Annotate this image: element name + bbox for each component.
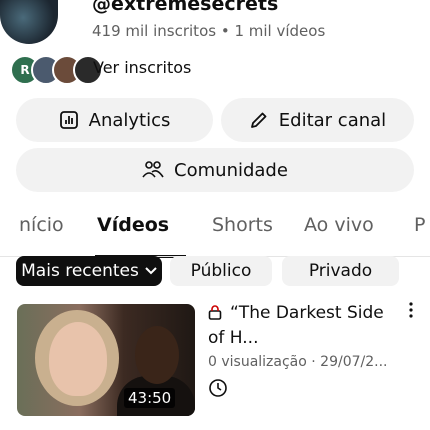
channel-tabs: nício Vídeos Shorts Ao vivo P xyxy=(0,212,430,258)
filter-public-chip[interactable]: Público xyxy=(170,256,272,286)
channel-handle: @extremesecrets xyxy=(92,0,279,15)
video-title[interactable]: “The Darkest Side of H... xyxy=(208,302,400,350)
lock-icon xyxy=(208,304,222,327)
more-options-button[interactable] xyxy=(400,300,422,324)
community-button[interactable]: Comunidade xyxy=(16,148,414,192)
edit-channel-button[interactable]: Editar canal xyxy=(221,98,414,142)
sort-dropdown[interactable]: Mais recentes xyxy=(16,256,162,286)
kebab-menu-icon xyxy=(409,302,413,322)
pencil-icon xyxy=(249,110,269,130)
chevron-down-icon xyxy=(145,264,157,278)
video-title-text: “The Darkest Side of H... xyxy=(208,303,384,348)
analytics-button[interactable]: Analytics xyxy=(16,98,213,142)
thumbnail-figure xyxy=(135,326,179,384)
edit-channel-button-label: Editar canal xyxy=(278,109,387,131)
community-button-label: Comunidade xyxy=(174,159,288,181)
subscriber-avatars[interactable]: R xyxy=(10,55,103,85)
tab-playlists[interactable]: P xyxy=(414,214,425,236)
video-meta: 0 visualização · 29/07/2... xyxy=(208,354,388,370)
channel-banner-thumbnail xyxy=(0,0,58,44)
view-subscribers-link[interactable]: Ver inscritos xyxy=(93,58,191,77)
scheduled-clock-icon xyxy=(208,378,230,400)
analytics-icon xyxy=(59,110,79,130)
tab-home[interactable]: nício xyxy=(19,214,64,236)
tab-shorts[interactable]: Shorts xyxy=(212,214,273,236)
tab-videos[interactable]: Vídeos xyxy=(97,214,169,236)
channel-stats: 419 mil inscritos • 1 mil vídeos xyxy=(92,22,326,40)
tab-live[interactable]: Ao vivo xyxy=(304,214,374,236)
video-duration-badge: 43:50 xyxy=(124,388,176,408)
thumbnail-figure xyxy=(49,322,107,396)
community-icon xyxy=(142,160,164,180)
sort-dropdown-label: Mais recentes xyxy=(21,261,139,281)
analytics-button-label: Analytics xyxy=(88,109,171,131)
filter-private-chip[interactable]: Privado xyxy=(282,256,399,286)
